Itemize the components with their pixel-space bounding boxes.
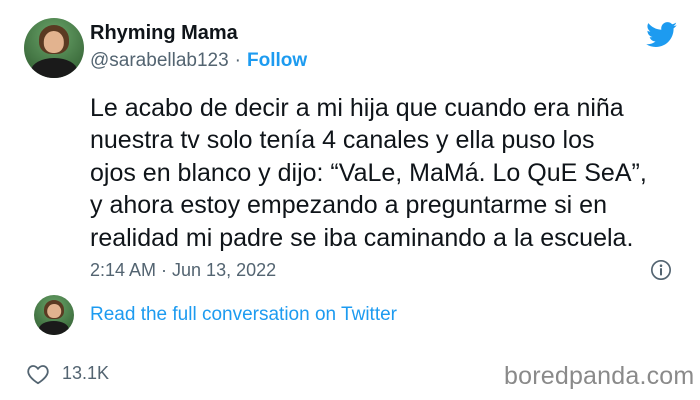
- author-avatar[interactable]: [24, 18, 84, 78]
- tweet-timestamp[interactable]: 2:14 AM · Jun 13, 2022: [90, 260, 276, 281]
- author-handle-row: @sarabellab123 · Follow: [90, 50, 307, 72]
- avatar-face: [43, 31, 65, 53]
- read-conversation-link[interactable]: Read the full conversation on Twitter: [90, 304, 397, 326]
- handle-separator: ·: [234, 50, 241, 71]
- author-display-name[interactable]: Rhyming Mama: [90, 22, 238, 45]
- watermark: boredpanda.com: [504, 362, 695, 390]
- follow-button[interactable]: Follow: [247, 50, 307, 71]
- info-icon[interactable]: [650, 259, 672, 281]
- heart-icon[interactable]: [26, 363, 50, 385]
- author-handle[interactable]: @sarabellab123: [90, 50, 229, 71]
- like-count: 13.1K: [62, 363, 110, 383]
- conversation-avatar: [34, 295, 74, 335]
- avatar-body: [31, 57, 77, 78]
- tweet-text: Le acabo de decir a mi hija que cuando e…: [90, 94, 647, 252]
- avatar-body: [38, 321, 70, 335]
- twitter-bird-icon[interactable]: [646, 22, 678, 48]
- tweet-card: Rhyming Mama @sarabellab123 · Follow Le ac…: [0, 0, 700, 400]
- avatar-face: [47, 303, 61, 319]
